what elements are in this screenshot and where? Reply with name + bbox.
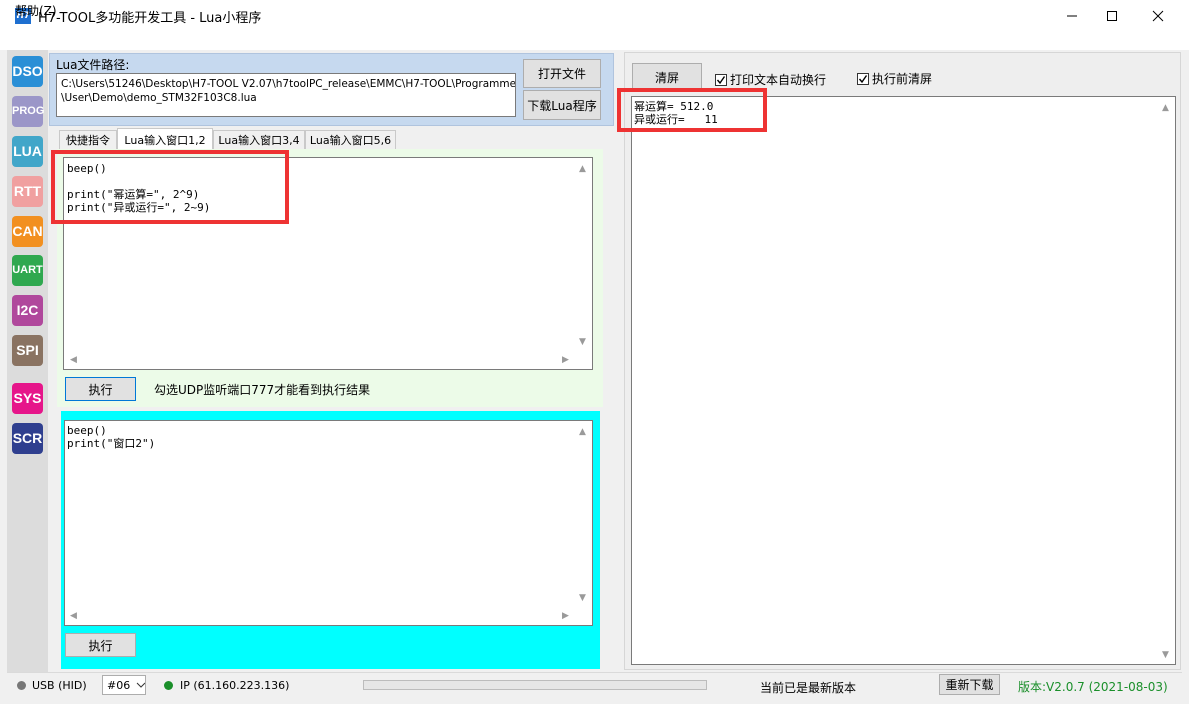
scroll-left-icon[interactable]: ◀ — [70, 355, 77, 365]
tab-lua-window-5-6[interactable]: Lua输入窗口5,6 — [305, 130, 396, 149]
close-button[interactable] — [1135, 0, 1181, 31]
ip-status: IP (61.160.223.136) — [180, 679, 290, 692]
lua-path-line1: C:\Users\51246\Desktop\H7-TOOL V2.07\h7t… — [61, 78, 516, 90]
update-status: 当前已是最新版本 — [760, 681, 857, 695]
maximize-icon — [1107, 10, 1117, 21]
scroll-right-icon[interactable]: ▶ — [562, 355, 569, 365]
lua-code-2: beep() print("窗口2") — [67, 424, 156, 450]
scroll-up-icon[interactable]: ▲ — [579, 164, 586, 174]
tab-shortcuts[interactable]: 快捷指令 — [59, 130, 117, 149]
run-button-1[interactable]: 执行 — [65, 377, 136, 401]
tool-can-button[interactable]: CAN — [12, 216, 43, 247]
tool-lua-button[interactable]: LUA — [12, 136, 43, 167]
lua-path-label: Lua文件路径: — [56, 58, 130, 72]
scroll-up-icon[interactable]: ▲ — [579, 427, 586, 437]
ip-status-dot — [164, 681, 173, 690]
chevron-down-icon — [136, 682, 145, 688]
tool-dso-button[interactable]: DSO — [12, 56, 43, 87]
usb-status: USB (HID) — [32, 679, 87, 692]
lua-path-field[interactable]: C:\Users\51246\Desktop\H7-TOOL V2.07\h7t… — [56, 73, 516, 117]
tool-sys-button[interactable]: SYS — [12, 383, 43, 414]
menu-bar — [0, 31, 1189, 50]
version-label: 版本:V2.0.7 (2021-08-03) — [1018, 680, 1168, 694]
device-select-value: #06 — [107, 678, 131, 692]
tool-scr-button[interactable]: SCR — [12, 423, 43, 454]
open-file-button[interactable]: 打开文件 — [523, 59, 601, 88]
clear-before-run-label: 执行前清屏 — [872, 72, 933, 86]
scroll-right-icon[interactable]: ▶ — [562, 611, 569, 621]
clear-before-run-checkbox[interactable]: 执行前清屏 — [857, 70, 932, 87]
minimize-icon — [1067, 15, 1077, 16]
tool-i2c-button[interactable]: I2C — [12, 295, 43, 326]
highlight-box-code — [51, 150, 289, 224]
close-icon — [1152, 10, 1164, 21]
scroll-down-icon[interactable]: ▼ — [1162, 650, 1169, 660]
lua-path-line2: \User\Demo\demo_STM32F103C8.lua — [61, 92, 257, 104]
tab-lua-window-1-2[interactable]: Lua输入窗口1,2 — [117, 128, 213, 150]
checkbox-check-icon — [715, 73, 727, 86]
menu-help[interactable]: 帮助(Z) — [15, 2, 57, 19]
auto-wrap-label: 打印文本自动换行 — [730, 73, 827, 87]
scroll-up-icon[interactable]: ▲ — [1162, 103, 1169, 113]
tab-lua-window-3-4[interactable]: Lua输入窗口3,4 — [213, 130, 305, 149]
scroll-left-icon[interactable]: ◀ — [70, 611, 77, 621]
usb-status-dot — [17, 681, 26, 690]
download-lua-button[interactable]: 下载Lua程序 — [523, 90, 601, 120]
tool-prog-button[interactable]: PROG — [12, 96, 44, 127]
tool-uart-button[interactable]: UART — [12, 255, 43, 286]
udp-hint: 勾选UDP监听端口777才能看到执行结果 — [154, 383, 371, 397]
highlight-box-output — [617, 88, 767, 132]
maximize-button[interactable] — [1089, 0, 1135, 31]
clear-screen-button[interactable]: 清屏 — [632, 63, 702, 91]
run-button-2[interactable]: 执行 — [65, 633, 136, 657]
window-title: H7-TOOL多功能开发工具 - Lua小程序 — [38, 11, 262, 26]
output-text-area[interactable]: 幂运算= 512.0 异或运行= 11 ▲ ▼ — [631, 96, 1176, 665]
tool-spi-button[interactable]: SPI — [12, 335, 43, 366]
auto-wrap-checkbox[interactable]: 打印文本自动换行 — [715, 71, 826, 88]
checkbox-check-icon — [857, 72, 869, 85]
download-progress-bar — [363, 680, 707, 690]
device-select[interactable]: #06 — [102, 675, 146, 695]
lua-editor-2[interactable]: beep() print("窗口2") ▲ ▼ ◀ ▶ — [64, 420, 593, 626]
tool-rtt-button[interactable]: RTT — [12, 176, 43, 207]
scroll-down-icon[interactable]: ▼ — [579, 593, 586, 603]
scroll-down-icon[interactable]: ▼ — [579, 337, 586, 347]
redownload-button[interactable]: 重新下载 — [939, 674, 1000, 695]
